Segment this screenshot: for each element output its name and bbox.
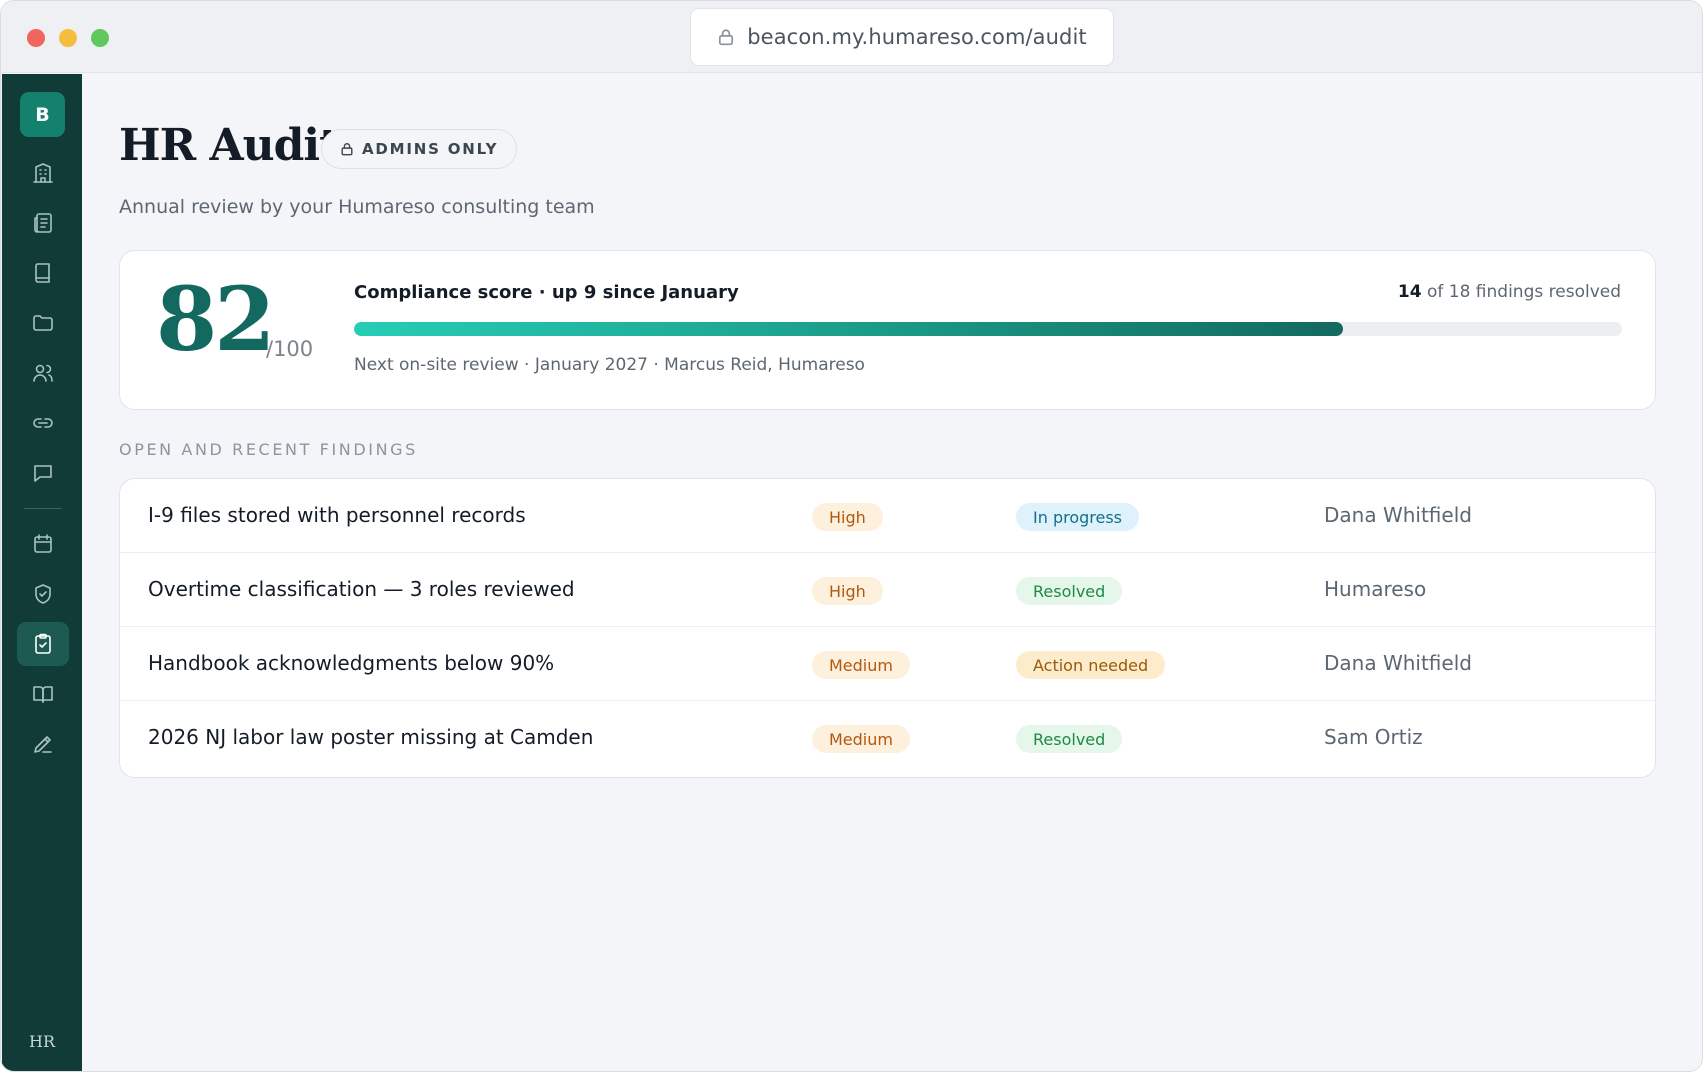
minimize-window-button[interactable] bbox=[59, 29, 77, 47]
findings-table: I-9 files stored with personnel records H… bbox=[119, 478, 1656, 778]
sidebar-item-links[interactable] bbox=[17, 401, 69, 445]
sidebar: B HR bbox=[2, 74, 82, 1071]
sidebar-item-calendar[interactable] bbox=[17, 522, 69, 566]
finding-row[interactable]: 2026 NJ labor law poster missing at Camd… bbox=[120, 701, 1655, 775]
severity-badge: Medium bbox=[812, 725, 910, 753]
maximize-window-button[interactable] bbox=[91, 29, 109, 47]
sidebar-item-documents[interactable] bbox=[17, 301, 69, 345]
lock-icon bbox=[719, 29, 734, 46]
users-icon bbox=[33, 364, 53, 382]
sidebar-item-company[interactable] bbox=[17, 151, 69, 195]
address-bar[interactable]: beacon.my.humareso.com/audit bbox=[690, 8, 1114, 66]
finding-title: I-9 files stored with personnel records bbox=[148, 503, 526, 527]
admins-only-badge: ADMINS ONLY bbox=[321, 129, 518, 169]
close-window-button[interactable] bbox=[27, 29, 45, 47]
shield-icon bbox=[35, 584, 51, 604]
severity-badge: High bbox=[812, 577, 883, 605]
compliance-score-label: Compliance score · up 9 since January bbox=[354, 282, 739, 303]
sidebar-item-audit[interactable] bbox=[17, 622, 69, 666]
finding-owner: Dana Whitfield bbox=[1324, 651, 1472, 675]
sidebar-item-people[interactable] bbox=[17, 351, 69, 395]
browser-titlebar: beacon.my.humareso.com/audit bbox=[1, 1, 1702, 73]
sidebar-item-compliance[interactable] bbox=[17, 572, 69, 616]
sidebar-item-library[interactable] bbox=[17, 251, 69, 295]
open-book-icon bbox=[33, 686, 53, 703]
lock-icon bbox=[341, 143, 353, 156]
humareso-mark: HR bbox=[29, 1032, 55, 1051]
severity-badge: High bbox=[812, 503, 883, 531]
next-review-text: Next on-site review · January 2027 · Mar… bbox=[354, 355, 865, 375]
finding-owner: Dana Whitfield bbox=[1324, 503, 1472, 527]
browser-window: beacon.my.humareso.com/audit B HR HR Aud… bbox=[0, 0, 1703, 1072]
sidebar-item-messages[interactable] bbox=[17, 451, 69, 495]
finding-title: 2026 NJ labor law poster missing at Camd… bbox=[148, 725, 594, 749]
resolved-number: 14 bbox=[1397, 282, 1422, 302]
page-title: HR Audit bbox=[119, 120, 339, 171]
sidebar-divider bbox=[24, 508, 62, 509]
findings-section-label: OPEN AND RECENT FINDINGS bbox=[119, 440, 418, 459]
finding-title: Overtime classification — 3 roles review… bbox=[148, 577, 575, 601]
compliance-progress-fill bbox=[354, 322, 1344, 336]
severity-badge: Medium bbox=[812, 651, 910, 679]
status-badge: Resolved bbox=[1016, 577, 1123, 605]
compliance-score-card: 82 /100 Compliance score · up 9 since Ja… bbox=[119, 250, 1656, 410]
pen-icon bbox=[34, 736, 52, 753]
status-badge: Resolved bbox=[1016, 725, 1123, 753]
compliance-score-max: /100 bbox=[266, 337, 314, 361]
compliance-progress-bar bbox=[354, 322, 1622, 336]
compliance-score-value: 82 bbox=[156, 267, 275, 371]
building-icon bbox=[33, 163, 53, 183]
status-badge: Action needed bbox=[1016, 651, 1166, 679]
finding-owner: Humareso bbox=[1324, 577, 1427, 601]
url-text: beacon.my.humareso.com/audit bbox=[747, 25, 1087, 49]
book-icon bbox=[35, 263, 50, 283]
findings-resolved-count: 14 of 18 findings resolved bbox=[1398, 282, 1621, 302]
resolved-suffix: of 18 findings resolved bbox=[1426, 282, 1621, 302]
sidebar-item-sign[interactable] bbox=[17, 722, 69, 766]
main-content: HR Audit ADMINS ONLY Annual review by yo… bbox=[82, 74, 1702, 1071]
finding-title: Handbook acknowledgments below 90% bbox=[148, 651, 555, 675]
page-subtitle: Annual review by your Humareso consultin… bbox=[119, 196, 595, 218]
finding-row[interactable]: Handbook acknowledgments below 90% Medium… bbox=[120, 627, 1655, 701]
finding-row[interactable]: I-9 files stored with personnel records H… bbox=[120, 479, 1655, 553]
calendar-icon bbox=[34, 534, 52, 553]
status-badge: In progress bbox=[1016, 503, 1140, 531]
sidebar-item-news[interactable] bbox=[17, 201, 69, 245]
news-icon bbox=[34, 213, 52, 233]
finding-row[interactable]: Overtime classification — 3 roles review… bbox=[120, 553, 1655, 627]
admins-only-label: ADMINS ONLY bbox=[362, 140, 499, 158]
clipboard-check-icon bbox=[35, 633, 51, 654]
folder-icon bbox=[33, 315, 53, 331]
message-icon bbox=[34, 465, 52, 482]
app-logo[interactable]: B bbox=[20, 92, 65, 137]
link-icon bbox=[33, 418, 53, 428]
finding-owner: Sam Ortiz bbox=[1324, 725, 1423, 749]
sidebar-item-handbook[interactable] bbox=[17, 672, 69, 716]
